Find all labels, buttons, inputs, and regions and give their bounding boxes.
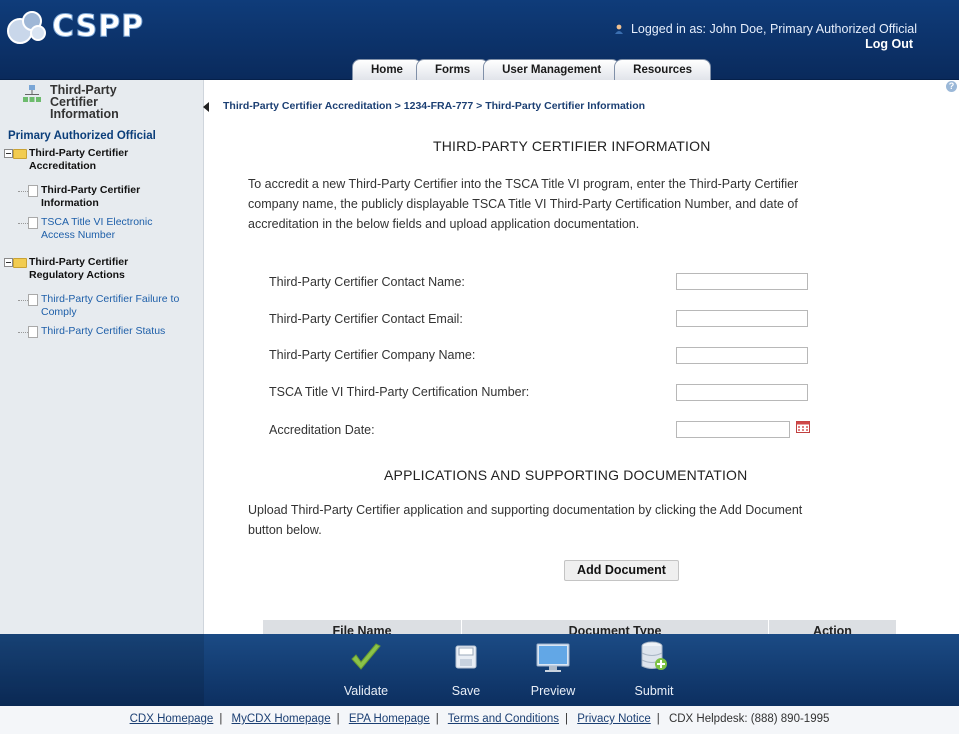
privacy-notice-link[interactable]: Privacy Notice [577,713,651,725]
tree-item-label: Third-Party Certifier Failure to Comply [41,293,180,318]
contact-email-field[interactable] [676,310,808,327]
tree-item-label: Third-Party Certifier Accreditation [29,147,129,172]
sidebar-role: Primary Authorized Official [8,130,156,142]
sitemap-icon [23,85,41,102]
documents-table-header: File Name Document Type Action [263,620,896,634]
footer-links: CDX Homepage | MyCDX Homepage | EPA Homepa… [0,706,959,734]
sidebar-title: Third-Party Certifier Information [50,84,119,122]
tree-item-label: Third-Party Certifier Status [41,325,166,337]
action-bar: Validate Save Preview Submit [0,634,959,706]
mycdx-homepage-link[interactable]: MyCDX Homepage [232,713,331,725]
tree-item-certifier-information[interactable]: Third-Party Certifier Information [18,184,200,210]
helpdesk-text: CDX Helpdesk: (888) 890-1995 [668,713,830,725]
epa-homepage-link[interactable]: EPA Homepage [349,713,430,725]
validate-button[interactable]: Validate [331,634,401,706]
tab-forms[interactable]: Forms [415,59,490,80]
contact-email-label: Third-Party Certifier Contact Email: [269,312,463,326]
save-label: Save [451,684,481,698]
contact-name-field[interactable] [676,273,808,290]
sidebar-header: Third-Party Certifier Information [8,82,198,122]
accreditation-date-label: Accreditation Date: [269,423,375,437]
collapse-sidebar-arrow-icon[interactable] [203,102,209,112]
cspp-logo-icon [7,11,46,44]
document-icon [28,217,38,229]
tree-item-accreditation[interactable]: Third-Party Certifier Accreditation [4,147,200,173]
tab-resources[interactable]: Resources [614,59,711,80]
company-name-label: Third-Party Certifier Company Name: [269,348,476,362]
section-title-certifier-information: THIRD-PARTY CERTIFIER INFORMATION [433,138,711,154]
tab-user-management[interactable]: User Management [483,59,621,80]
tree-item-label: Third-Party Certifier Information [41,184,141,209]
help-icon[interactable]: ? [946,81,957,92]
validate-label: Validate [343,684,389,698]
main-nav-tabs: Home Forms User Management Resources [352,59,711,80]
upload-instructions: Upload Third-Party Certifier application… [248,503,803,537]
logged-in-text: Logged in as: John Doe, Primary Authoriz… [630,22,917,36]
tree-item-access-number[interactable]: TSCA Title VI Electronic Access Number [18,216,200,242]
column-header-file-name[interactable]: File Name [263,620,462,634]
floppy-disk-icon [455,645,477,669]
checkmark-icon [351,643,381,670]
preview-label: Preview [530,684,576,698]
collapse-toggle-icon[interactable] [4,149,13,158]
person-icon [615,24,624,34]
logged-in-status: Logged in as: John Doe, Primary Authoriz… [614,22,917,36]
navigation-tree: Third-Party Certifier Accreditation Third… [4,147,200,344]
breadcrumb: Third-Party Certifier Accreditation > 12… [223,100,646,112]
column-header-document-type[interactable]: Document Type [462,620,769,634]
contact-name-label: Third-Party Certifier Contact Name: [269,275,465,289]
database-submit-icon [641,641,667,670]
tree-item-label: TSCA Title VI Electronic Access Number [41,216,153,241]
sidebar-title-line3: Information [50,107,119,121]
document-icon [28,326,38,338]
tab-home[interactable]: Home [352,59,422,80]
sidebar: Third-Party Certifier Information Primar… [0,80,204,634]
company-name-field[interactable] [676,347,808,364]
folder-icon [13,258,27,268]
accreditation-date-field[interactable] [676,421,790,438]
collapse-toggle-icon[interactable] [4,258,13,267]
folder-icon [13,149,27,159]
add-document-button[interactable]: Add Document [564,560,679,581]
column-header-action: Action [813,624,852,634]
app-name: CSPP [51,8,145,44]
submit-button[interactable]: Submit [619,634,689,706]
calendar-icon[interactable] [796,421,810,433]
app-header: CSPP Logged in as: John Doe, Primary Aut… [0,0,959,80]
monitor-icon [536,643,570,672]
tree-item-regulatory-actions[interactable]: Third-Party Certifier Regulatory Actions [4,256,200,282]
save-button[interactable]: Save [431,634,501,706]
cdx-homepage-link[interactable]: CDX Homepage [130,713,214,725]
tree-item-certifier-status[interactable]: Third-Party Certifier Status [18,325,200,338]
preview-button[interactable]: Preview [518,634,588,706]
tree-item-failure-to-comply[interactable]: Third-Party Certifier Failure to Comply [18,293,200,319]
section-title-applications: APPLICATIONS AND SUPPORTING DOCUMENTATIO… [384,467,748,483]
cspp-logo[interactable]: CSPP [6,6,144,46]
logout-link[interactable]: Log Out [865,37,913,51]
terms-link[interactable]: Terms and Conditions [448,713,559,725]
intro-paragraph: To accredit a new Third-Party Certifier … [248,177,799,231]
certification-number-label: TSCA Title VI Third-Party Certification … [269,385,530,399]
document-icon [28,294,38,306]
document-icon [28,185,38,197]
certification-number-field[interactable] [676,384,808,401]
tree-item-label: Third-Party Certifier Regulatory Actions [29,256,129,281]
submit-label: Submit [634,684,674,698]
